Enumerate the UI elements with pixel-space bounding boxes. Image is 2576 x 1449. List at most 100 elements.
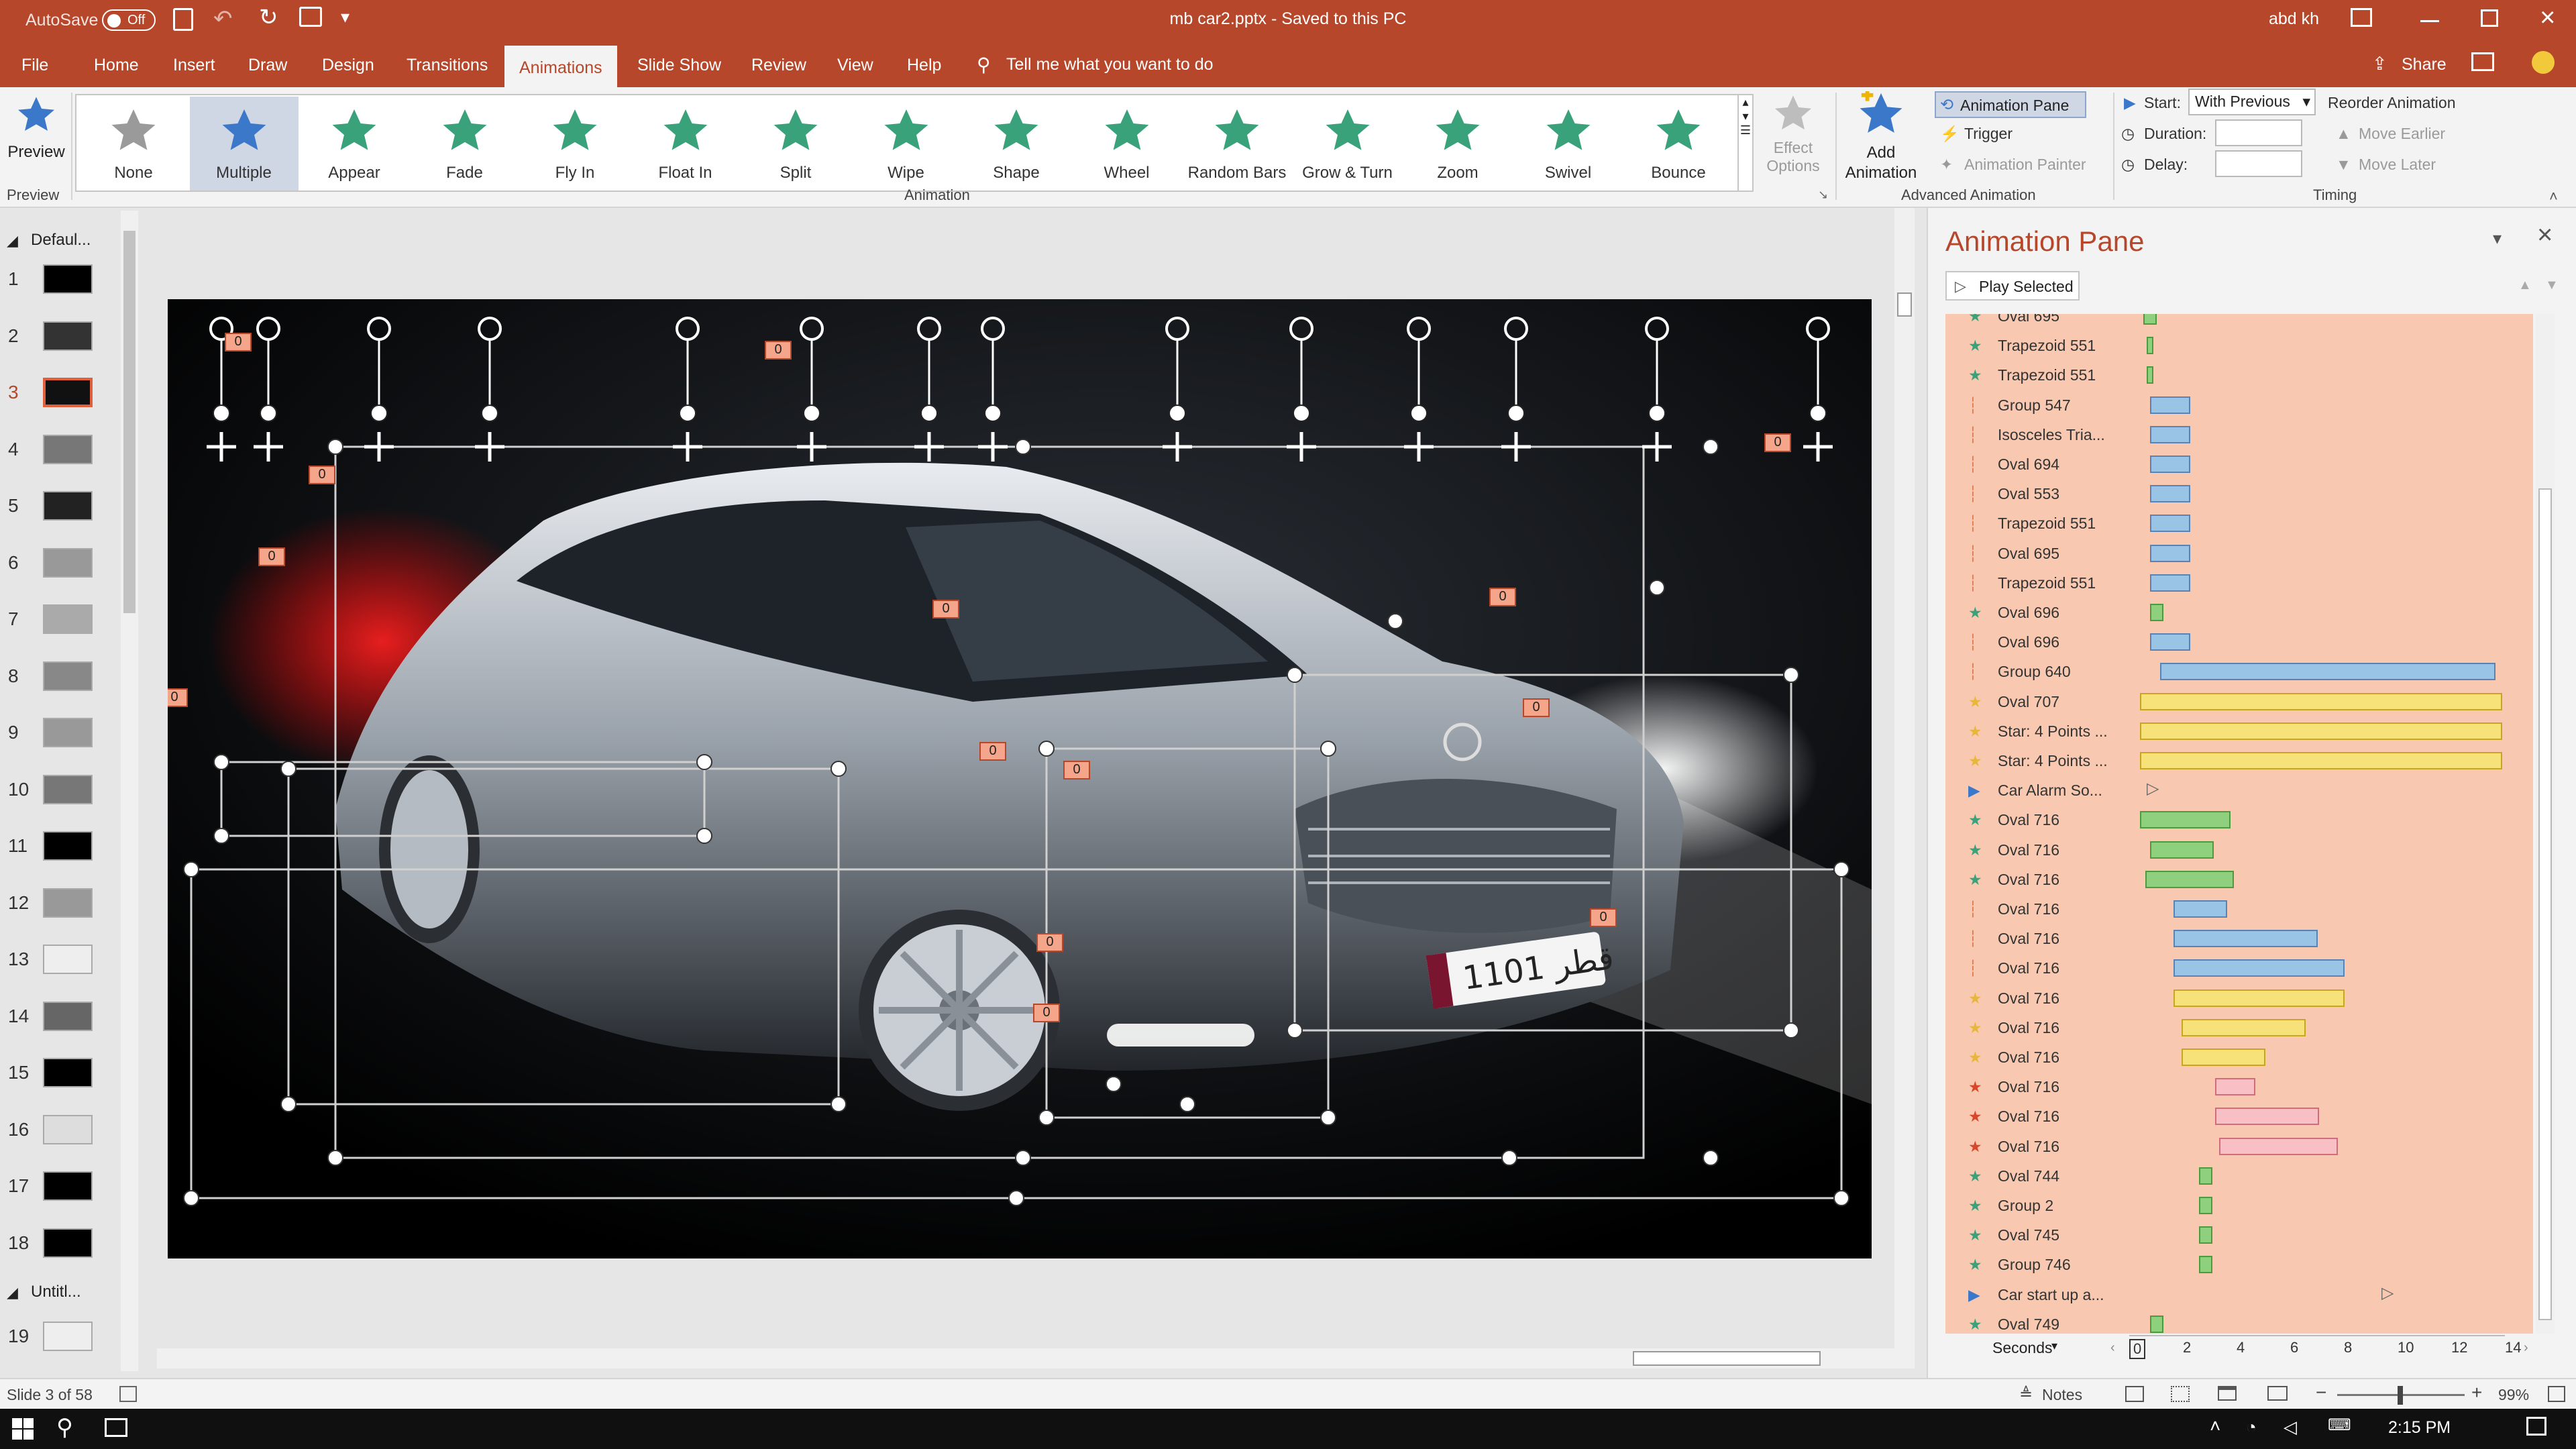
share-icon[interactable]: ⇪: [2372, 54, 2387, 74]
tab-slide-show[interactable]: Slide Show: [623, 43, 736, 87]
animation-list[interactable]: ★ Oval 695 ★ Trapezoid 551 ★ Trapezoid 551 ┆ Gr…: [1945, 314, 2533, 1334]
resize-handle[interactable]: [213, 828, 229, 844]
animation-appear[interactable]: Appear: [300, 97, 409, 191]
spellcheck-icon[interactable]: [119, 1386, 137, 1402]
resize-handle[interactable]: [1320, 741, 1336, 757]
resize-handle[interactable]: [1038, 741, 1055, 757]
resize-handle[interactable]: [1387, 613, 1403, 629]
resize-handle[interactable]: [1320, 1110, 1336, 1126]
timing-bar[interactable]: [2147, 337, 2153, 355]
animation-item[interactable]: ★ Oval 695: [1945, 314, 2533, 330]
animation-item[interactable]: ★ Trapezoid 551: [1945, 360, 2533, 389]
slide-thumbnail[interactable]: [43, 888, 93, 918]
timing-bar[interactable]: [2150, 455, 2190, 473]
tab-review[interactable]: Review: [737, 43, 821, 87]
animation-item[interactable]: ★ Oval 716: [1945, 983, 2533, 1012]
slide-thumbnail[interactable]: [43, 321, 93, 351]
animation-item[interactable]: ★ Oval 716: [1945, 1012, 2533, 1042]
fit-to-window-icon[interactable]: [2548, 1386, 2565, 1402]
zoom-in-icon[interactable]: +: [2471, 1382, 2482, 1403]
animation-item[interactable]: ★ Star: 4 Points ...: [1945, 745, 2533, 775]
animation-order-tag[interactable]: 0: [765, 341, 792, 360]
gallery-scroll[interactable]: ▴ ▾ ☰: [1737, 94, 1754, 192]
add-animation-button[interactable]: Add Animation: [1841, 89, 1921, 185]
notes-icon[interactable]: ≜: [2019, 1385, 2033, 1404]
animation-order-tag[interactable]: 0: [1489, 588, 1516, 606]
trigger-button[interactable]: Trigger: [1964, 125, 2012, 143]
zoom-level[interactable]: 99%: [2498, 1386, 2529, 1404]
slide-thumbnail[interactable]: [43, 491, 93, 521]
section-default[interactable]: Defaul...: [31, 231, 91, 250]
move-later-button[interactable]: Move Later: [2359, 156, 2436, 174]
resize-handle[interactable]: [1649, 580, 1665, 596]
comments-icon[interactable]: [2471, 52, 2494, 71]
tab-help[interactable]: Help: [892, 43, 956, 87]
resize-handle[interactable]: [1038, 1110, 1055, 1126]
timing-bar[interactable]: [2219, 1137, 2338, 1155]
timing-bar[interactable]: [2147, 366, 2153, 384]
tab-animations[interactable]: Animations: [504, 46, 617, 87]
restore-icon[interactable]: [2481, 9, 2498, 27]
resize-handle[interactable]: [1179, 1096, 1195, 1112]
start-select[interactable]: With Previous ▾: [2188, 89, 2316, 115]
resize-handle[interactable]: [213, 754, 229, 770]
animation-wipe[interactable]: Wipe: [852, 97, 961, 191]
seconds-dropdown[interactable]: Seconds: [1992, 1339, 2053, 1357]
animation-item[interactable]: ┆ Oval 696: [1945, 627, 2533, 656]
section-collapse-icon[interactable]: ◢: [7, 232, 18, 250]
tab-design[interactable]: Design: [307, 43, 389, 87]
slide-thumbnail[interactable]: [43, 945, 93, 974]
animation-order-tag[interactable]: 0: [1590, 908, 1617, 927]
animation-item[interactable]: ★ Oval 716: [1945, 1042, 2533, 1071]
resize-handle[interactable]: [327, 1150, 343, 1166]
thumb-scrollbar[interactable]: [121, 211, 138, 1371]
animation-order-tag[interactable]: 0: [1063, 761, 1090, 780]
minimize-icon[interactable]: [2420, 20, 2439, 22]
animation-pane-button[interactable]: ⟲ Animation Pane: [1935, 91, 2086, 118]
resize-handle[interactable]: [1833, 861, 1849, 877]
timing-bar[interactable]: [2150, 425, 2190, 443]
seconds-dropdown-arrow-icon[interactable]: ▾: [2051, 1339, 2057, 1353]
timing-bar[interactable]: [2174, 900, 2227, 918]
resize-handle[interactable]: [1501, 1150, 1517, 1166]
animation-order-tag[interactable]: 0: [1036, 933, 1063, 952]
timing-bar[interactable]: [2174, 930, 2318, 948]
effect-options-button[interactable]: Effect Options: [1758, 94, 1829, 181]
slide-thumbnail[interactable]: [43, 604, 93, 634]
animation-order-tag[interactable]: 0: [1033, 1004, 1060, 1022]
zoom-slider-thumb[interactable]: [2398, 1386, 2403, 1405]
timing-bar[interactable]: [2140, 752, 2502, 769]
resize-handle[interactable]: [696, 754, 712, 770]
animation-item[interactable]: ┆ Trapezoid 551: [1945, 568, 2533, 597]
animation-wheel[interactable]: Wheel: [1073, 97, 1181, 191]
tab-transitions[interactable]: Transitions: [392, 43, 502, 87]
resize-handle[interactable]: [327, 439, 343, 455]
section-untitled[interactable]: Untitl...: [31, 1283, 81, 1301]
duration-input[interactable]: [2215, 119, 2302, 146]
resize-handle[interactable]: [1703, 439, 1719, 455]
pane-close-icon[interactable]: ×: [2537, 220, 2553, 250]
resize-handle[interactable]: [183, 1190, 199, 1206]
resize-handle[interactable]: [830, 1096, 847, 1112]
slide-thumbnail[interactable]: [43, 718, 93, 747]
slide-thumbnail[interactable]: [43, 378, 93, 407]
animation-order-tag[interactable]: 0: [309, 466, 335, 484]
animation-item[interactable]: ┆ Oval 553: [1945, 478, 2533, 508]
animation-item[interactable]: ★ Oval 716: [1945, 1131, 2533, 1161]
slide-thumbnail[interactable]: [43, 1001, 93, 1031]
dialog-launcher-icon[interactable]: ↘: [1818, 188, 1828, 202]
timing-bar[interactable]: [2160, 663, 2496, 681]
search-icon[interactable]: ⚲: [56, 1414, 73, 1441]
slide-thumbnail[interactable]: [43, 264, 93, 294]
tab-home[interactable]: Home: [79, 43, 154, 87]
v-scroll-thumb[interactable]: [1897, 292, 1912, 317]
tell-me-box[interactable]: Tell me what you want to do: [1006, 55, 1214, 74]
animation-item[interactable]: ┆ Isosceles Tria...: [1945, 419, 2533, 449]
volume-icon[interactable]: ◁: [2284, 1417, 2297, 1438]
slide-canvas[interactable]: 1101 قطر 0 0 0 0 0 0 0 0 0 0 0 0 0 0: [168, 299, 1872, 1258]
tray-up-icon[interactable]: ˄: [2210, 1415, 2220, 1437]
tab-insert[interactable]: Insert: [158, 43, 230, 87]
timing-bar[interactable]: [2199, 1256, 2212, 1274]
timing-bar[interactable]: [2140, 692, 2502, 710]
tab-draw[interactable]: Draw: [233, 43, 302, 87]
